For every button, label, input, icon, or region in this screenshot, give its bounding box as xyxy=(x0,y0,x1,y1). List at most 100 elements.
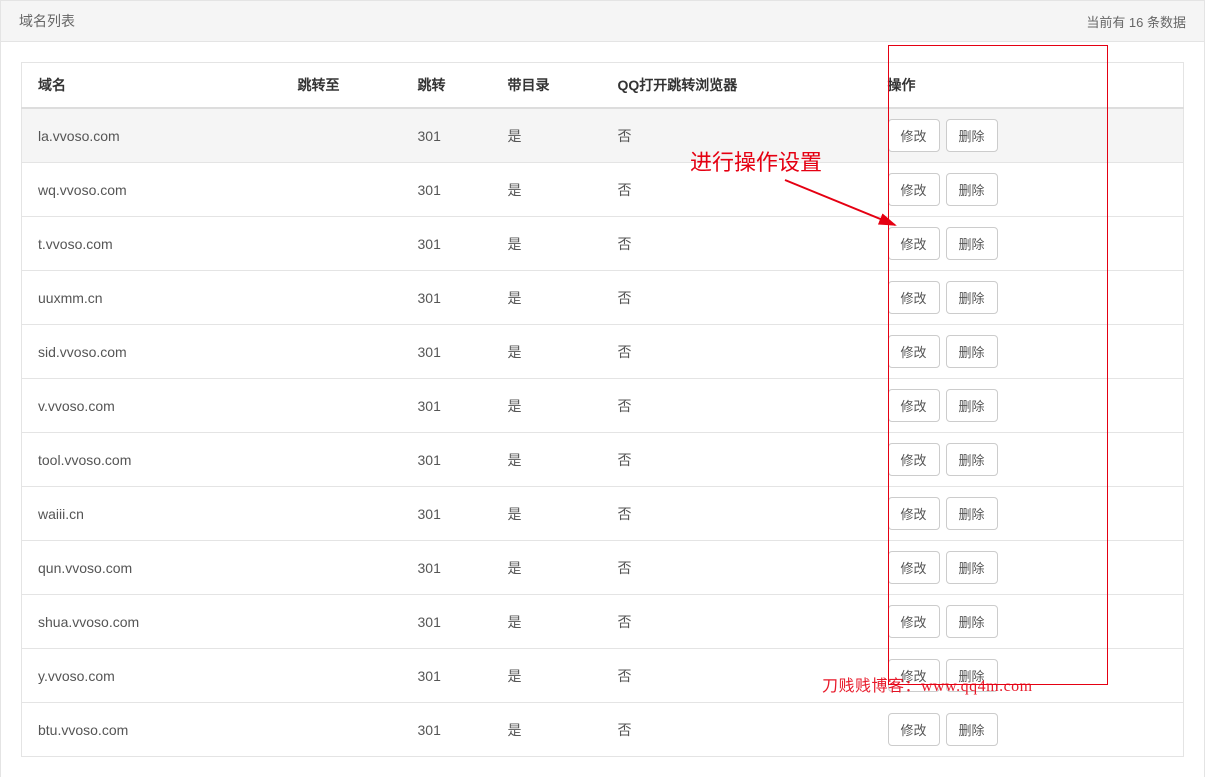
panel-header: 域名列表 当前有 16 条数据 xyxy=(0,0,1205,42)
delete-button[interactable]: 删除 xyxy=(946,173,998,206)
table-row: uuxmm.cn301是否修改删除 xyxy=(22,271,1184,325)
cell-redirect-to xyxy=(282,379,402,433)
cell-redirect-to xyxy=(282,541,402,595)
domain-table: 域名 跳转至 跳转 带目录 QQ打开跳转浏览器 操作 la.vvoso.com 3… xyxy=(21,62,1184,757)
panel-title: 域名列表 xyxy=(19,11,75,31)
panel-body: 域名 跳转至 跳转 带目录 QQ打开跳转浏览器 操作 la.vvoso.com 3… xyxy=(0,42,1205,777)
cell-with-dir: 是 xyxy=(492,325,602,379)
edit-button[interactable]: 修改 xyxy=(888,713,940,746)
cell-domain: shua.vvoso.com xyxy=(22,595,282,649)
edit-button[interactable]: 修改 xyxy=(888,605,940,638)
cell-domain: qun.vvoso.com xyxy=(22,541,282,595)
col-header-action: 操作 xyxy=(872,63,1184,109)
cell-redirect: 301 xyxy=(402,487,492,541)
table-row: qun.vvoso.com 301是否修改删除 xyxy=(22,541,1184,595)
cell-redirect: 301 xyxy=(402,703,492,757)
record-count: 当前有 16 条数据 xyxy=(1086,12,1186,31)
edit-button[interactable]: 修改 xyxy=(888,443,940,476)
table-row: shua.vvoso.com301是否修改删除 xyxy=(22,595,1184,649)
cell-qq-browser: 否 xyxy=(602,433,872,487)
table-row: t.vvoso.com301是否修改删除 xyxy=(22,217,1184,271)
table-row: wq.vvoso.com301是否修改删除 xyxy=(22,163,1184,217)
cell-qq-browser: 否 xyxy=(602,217,872,271)
cell-qq-browser: 否 xyxy=(602,325,872,379)
col-header-with-dir: 带目录 xyxy=(492,63,602,109)
cell-action: 修改删除 xyxy=(872,487,1184,541)
cell-qq-browser: 否 xyxy=(602,703,872,757)
cell-redirect: 301 xyxy=(402,595,492,649)
delete-button[interactable]: 删除 xyxy=(946,335,998,368)
col-header-qq-browser: QQ打开跳转浏览器 xyxy=(602,63,872,109)
delete-button[interactable]: 删除 xyxy=(946,389,998,422)
cell-action: 修改删除 xyxy=(872,541,1184,595)
cell-with-dir: 是 xyxy=(492,487,602,541)
cell-with-dir: 是 xyxy=(492,433,602,487)
cell-action: 修改删除 xyxy=(872,108,1184,163)
cell-redirect-to xyxy=(282,433,402,487)
cell-qq-browser: 否 xyxy=(602,649,872,703)
cell-qq-browser: 否 xyxy=(602,163,872,217)
table-header-row: 域名 跳转至 跳转 带目录 QQ打开跳转浏览器 操作 xyxy=(22,63,1184,109)
cell-redirect: 301 xyxy=(402,163,492,217)
table-row: tool.vvoso.com 301是否修改删除 xyxy=(22,433,1184,487)
cell-domain: la.vvoso.com xyxy=(22,108,282,163)
table-row: sid.vvoso.com301是否修改删除 xyxy=(22,325,1184,379)
cell-domain: y.vvoso.com xyxy=(22,649,282,703)
edit-button[interactable]: 修改 xyxy=(888,119,940,152)
cell-redirect-to xyxy=(282,595,402,649)
col-header-redirect: 跳转 xyxy=(402,63,492,109)
cell-redirect: 301 xyxy=(402,325,492,379)
cell-redirect-to xyxy=(282,108,402,163)
cell-redirect-to xyxy=(282,217,402,271)
cell-domain: wq.vvoso.com xyxy=(22,163,282,217)
table-row: y.vvoso.com301是否修改删除 xyxy=(22,649,1184,703)
table-row: btu.vvoso.com 301是否修改删除 xyxy=(22,703,1184,757)
delete-button[interactable]: 删除 xyxy=(946,605,998,638)
edit-button[interactable]: 修改 xyxy=(888,335,940,368)
cell-action: 修改删除 xyxy=(872,433,1184,487)
delete-button[interactable]: 删除 xyxy=(946,497,998,530)
cell-domain: btu.vvoso.com xyxy=(22,703,282,757)
cell-redirect: 301 xyxy=(402,108,492,163)
cell-with-dir: 是 xyxy=(492,379,602,433)
cell-redirect: 301 xyxy=(402,433,492,487)
cell-domain: waiii.cn xyxy=(22,487,282,541)
cell-with-dir: 是 xyxy=(492,541,602,595)
cell-qq-browser: 否 xyxy=(602,108,872,163)
cell-domain: t.vvoso.com xyxy=(22,217,282,271)
edit-button[interactable]: 修改 xyxy=(888,173,940,206)
edit-button[interactable]: 修改 xyxy=(888,227,940,260)
cell-domain: tool.vvoso.com xyxy=(22,433,282,487)
cell-domain: v.vvoso.com xyxy=(22,379,282,433)
delete-button[interactable]: 删除 xyxy=(946,119,998,152)
cell-action: 修改删除 xyxy=(872,325,1184,379)
cell-action: 修改删除 xyxy=(872,703,1184,757)
edit-button[interactable]: 修改 xyxy=(888,389,940,422)
edit-button[interactable]: 修改 xyxy=(888,281,940,314)
table-row: v.vvoso.com301是否修改删除 xyxy=(22,379,1184,433)
table-row: la.vvoso.com301是否修改删除 xyxy=(22,108,1184,163)
delete-button[interactable]: 删除 xyxy=(946,551,998,584)
cell-with-dir: 是 xyxy=(492,703,602,757)
cell-qq-browser: 否 xyxy=(602,541,872,595)
cell-action: 修改删除 xyxy=(872,595,1184,649)
cell-domain: uuxmm.cn xyxy=(22,271,282,325)
cell-action: 修改删除 xyxy=(872,271,1184,325)
cell-redirect-to xyxy=(282,163,402,217)
delete-button[interactable]: 删除 xyxy=(946,659,998,692)
edit-button[interactable]: 修改 xyxy=(888,551,940,584)
delete-button[interactable]: 删除 xyxy=(946,713,998,746)
domain-list-panel: 域名列表 当前有 16 条数据 域名 跳转至 跳转 带目录 QQ打开跳转浏览器 … xyxy=(0,0,1205,777)
edit-button[interactable]: 修改 xyxy=(888,659,940,692)
cell-redirect: 301 xyxy=(402,379,492,433)
cell-redirect-to xyxy=(282,703,402,757)
cell-with-dir: 是 xyxy=(492,217,602,271)
cell-redirect-to xyxy=(282,325,402,379)
delete-button[interactable]: 删除 xyxy=(946,281,998,314)
cell-redirect: 301 xyxy=(402,541,492,595)
cell-action: 修改删除 xyxy=(872,379,1184,433)
delete-button[interactable]: 删除 xyxy=(946,227,998,260)
cell-action: 修改删除 xyxy=(872,163,1184,217)
edit-button[interactable]: 修改 xyxy=(888,497,940,530)
delete-button[interactable]: 删除 xyxy=(946,443,998,476)
